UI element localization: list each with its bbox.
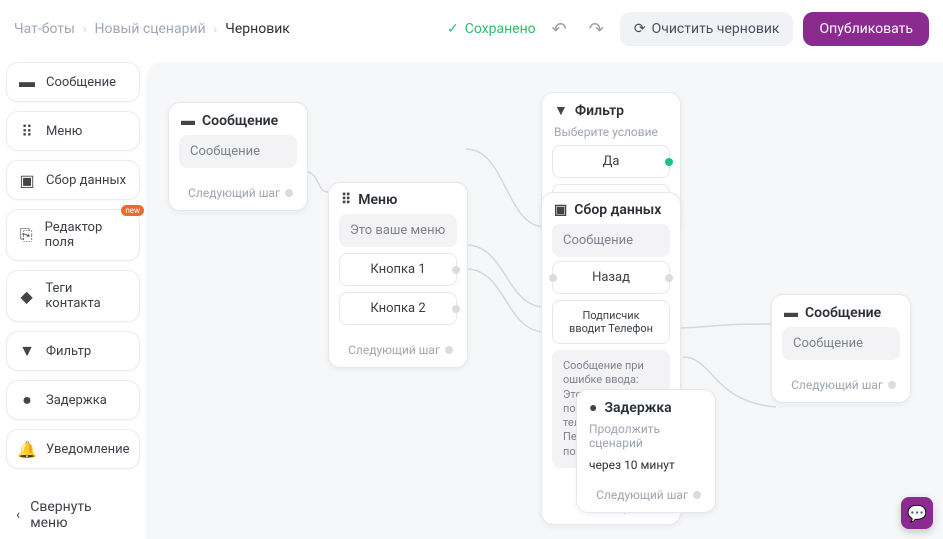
top-bar: Чат-боты › Новый сценарий › Черновик ✓ С… (0, 0, 943, 62)
data-icon: ▣ (554, 202, 567, 218)
message-icon: ▬ (181, 112, 195, 129)
grid-icon: ⠿ (341, 192, 351, 208)
message-icon: ▬ (784, 304, 798, 321)
node-title: Сбор данных (574, 202, 661, 218)
back-button[interactable]: Назад (552, 261, 670, 294)
chevron-right-icon: › (214, 22, 218, 36)
node-menu[interactable]: ⠿ Меню Это ваше меню Кнопка 1 Кнопка 2 Сл… (328, 182, 468, 368)
breadcrumb-current: Черновик (225, 21, 290, 37)
node-title: Сообщение (202, 113, 278, 129)
funnel-icon: ▼ (554, 102, 568, 119)
node-delay[interactable]: ● Задержка Продолжить сценарий через 10 м… (576, 389, 716, 513)
node-subtitle: Продолжить сценарий (577, 422, 715, 456)
sidebar-item-label: Сообщение (46, 75, 116, 90)
node-next[interactable]: Следующий шаг (169, 182, 307, 210)
clock-icon: ● (18, 391, 36, 409)
node-subtitle: Выберите условие (542, 125, 680, 145)
funnel-icon: ▼ (18, 342, 36, 360)
filter-yes[interactable]: Да (552, 145, 670, 178)
sidebar-item-label: Задержка (46, 393, 107, 408)
bell-icon: 🔔 (18, 440, 36, 458)
sidebar-item-tags[interactable]: ◆ Теги контакта (6, 270, 140, 322)
saved-label: Сохранено (465, 21, 536, 37)
menu-button-2[interactable]: Кнопка 2 (339, 292, 457, 325)
node-next[interactable]: Следующий шаг (772, 374, 910, 402)
flow-canvas[interactable]: ▬ Сообщение Сообщение Следующий шаг ⠿ Меню… (146, 62, 943, 539)
new-badge: new (121, 205, 144, 216)
node-message-2[interactable]: ▬ Сообщение Сообщение Следующий шаг (771, 294, 911, 403)
node-content: Сообщение (179, 135, 297, 168)
sidebar-item-label: Меню (46, 124, 82, 139)
tag-icon: ◆ (18, 287, 35, 305)
chevron-right-icon: › (83, 22, 87, 36)
check-icon: ✓ (447, 21, 459, 37)
refresh-icon: ⟳ (634, 21, 646, 37)
node-title: Фильтр (575, 103, 624, 119)
node-next[interactable]: Следующий шаг (329, 339, 467, 367)
node-next[interactable]: Следующий шаг (577, 484, 715, 512)
data-icon: ▣ (18, 171, 36, 189)
breadcrumb-root[interactable]: Чат-боты (14, 21, 75, 37)
sidebar-item-menu[interactable]: ⠿ Меню (6, 111, 140, 151)
node-message-1[interactable]: ▬ Сообщение Сообщение Следующий шаг (168, 102, 308, 211)
sidebar-item-label: Редактор поля (45, 220, 128, 250)
clear-label: Очистить черновик (652, 21, 780, 37)
redo-button[interactable]: ↷ (583, 15, 610, 44)
publish-button[interactable]: Опубликовать (803, 12, 929, 46)
sidebar-item-message[interactable]: ▬ Сообщение (6, 62, 140, 102)
sidebar-item-notification[interactable]: 🔔 Уведомление (6, 429, 140, 469)
chevron-left-icon: ‹ (16, 507, 20, 523)
sidebar-item-label: Теги контакта (45, 281, 128, 311)
grid-icon: ⠿ (18, 122, 36, 140)
node-content: Это ваше меню (339, 214, 457, 247)
clock-icon: ● (589, 399, 597, 416)
sidebar-item-field-editor[interactable]: ⎘Редактор поляnew (6, 209, 140, 261)
clear-draft-button[interactable]: ⟳ Очистить черновик (620, 12, 794, 46)
saved-status: ✓ Сохранено (447, 21, 536, 37)
edit-icon: ⎘ (18, 226, 35, 244)
node-content: Сообщение (782, 327, 900, 360)
chat-icon: 💬 (907, 504, 927, 523)
sidebar-item-label: Уведомление (46, 442, 130, 457)
node-title: Меню (358, 192, 397, 208)
message-icon: ▬ (18, 73, 36, 91)
breadcrumb: Чат-боты › Новый сценарий › Черновик (14, 21, 290, 37)
undo-button[interactable]: ↶ (546, 15, 573, 44)
sidebar: ▬ Сообщение ⠿ Меню ▣ Сбор данных ⎘ Редактор … (0, 62, 146, 539)
chat-fab[interactable]: 💬 (901, 497, 933, 529)
delay-value: через 10 минут (587, 456, 705, 476)
breadcrumb-mid[interactable]: Новый сценарий (94, 21, 205, 37)
node-title: Сообщение (805, 305, 881, 321)
collapse-label: Свернуть меню (30, 499, 130, 531)
menu-button-1[interactable]: Кнопка 1 (339, 253, 457, 286)
node-title: Задержка (604, 400, 671, 416)
node-content: Сообщение (552, 224, 670, 257)
sidebar-item-collect[interactable]: ▣ Сбор данных (6, 160, 140, 200)
sidebar-item-label: Фильтр (46, 344, 91, 359)
sidebar-item-filter[interactable]: ▼ Фильтр (6, 331, 140, 371)
sidebar-item-label: Сбор данных (46, 173, 126, 188)
input-prompt: Подписчик вводит Телефон (552, 300, 670, 344)
sidebar-item-delay[interactable]: ● Задержка (6, 380, 140, 420)
collapse-menu-button[interactable]: ‹ Свернуть меню (6, 491, 140, 539)
